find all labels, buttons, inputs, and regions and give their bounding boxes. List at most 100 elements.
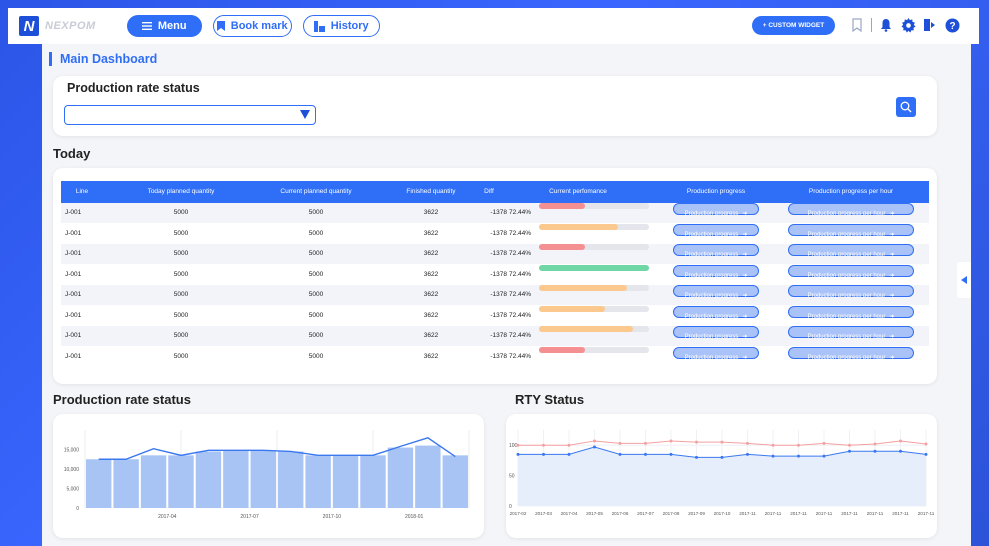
production-progress-button[interactable]: Production progress ➜: [673, 346, 759, 361]
production-progress-label: Production progress: [684, 313, 739, 320]
cell-today-planned: 5000: [173, 311, 189, 319]
x-tick-label: 2017-02: [510, 511, 527, 516]
performance-bar: [539, 285, 649, 291]
x-tick-label: 2017-11: [816, 511, 833, 516]
logo-mark: N: [19, 16, 39, 36]
custom-widget-button[interactable]: + CUSTOM WIDGET: [752, 16, 835, 35]
col-production-progress: Production progress: [686, 188, 746, 195]
cell-current-planned: 5000: [308, 352, 324, 360]
performance-bar-fill: [539, 285, 627, 291]
progress-per-hour-button[interactable]: Production progress per hour ➜: [788, 264, 914, 279]
bar: [168, 455, 194, 508]
bell-icon[interactable]: [875, 14, 897, 36]
menu-button[interactable]: Menu: [126, 15, 202, 37]
production-progress-button[interactable]: Production progress ➜: [673, 264, 759, 279]
y-tick-label: 15,000: [64, 448, 80, 454]
cell-diff: -1378: [490, 229, 507, 237]
cell-today-planned: 5000: [173, 250, 189, 257]
arrow-right-icon: ➜: [889, 313, 895, 320]
search-button[interactable]: [896, 97, 916, 117]
today-table-card: Line Today planned quantity Current plan…: [53, 168, 937, 384]
cell-diff: -1378: [490, 270, 507, 278]
data-point: [746, 441, 749, 445]
y-tick-label: 5,000: [66, 487, 79, 493]
cell-current-planned: 5000: [308, 250, 324, 257]
x-tick-label: 2017-04: [158, 514, 177, 520]
x-tick-label: 2017-11: [867, 511, 884, 516]
production-progress-button[interactable]: Production progress ➜: [673, 326, 759, 340]
bar: [442, 455, 468, 508]
cell-today-planned: 5000: [173, 270, 189, 278]
bar: [86, 459, 112, 508]
progress-per-hour-button[interactable]: Production progress per hour ➜: [788, 203, 914, 217]
data-point: [746, 452, 749, 456]
col-current-planned: Current planned quantity: [280, 188, 352, 195]
progress-per-hour-button[interactable]: Production progress per hour ➜: [788, 223, 914, 238]
arrow-right-icon: ➜: [742, 293, 748, 299]
bar: [360, 455, 386, 508]
production-progress-label: Production progress: [684, 354, 739, 361]
y-tick-label: 100: [509, 443, 518, 449]
progress-per-hour-button[interactable]: Production progress per hour ➜: [788, 305, 914, 320]
help-icon[interactable]: ?: [941, 14, 963, 36]
history-button[interactable]: History: [302, 15, 380, 37]
search-icon: [900, 101, 912, 113]
data-point: [720, 455, 724, 459]
chevron-left-icon: [961, 276, 967, 284]
data-point: [899, 439, 902, 443]
logo-text: NEXPOM: [45, 20, 96, 32]
cell-performance: 72.44%: [509, 346, 649, 367]
cell-line: J-001: [65, 311, 82, 319]
cell-current-planned: 5000: [308, 270, 324, 278]
filter-card: Production rate status: [53, 76, 937, 136]
table-row: J-001 5000 5000 3622 -1378 72.44% Production p…: [61, 346, 929, 367]
y-tick-label: 50: [509, 474, 515, 480]
cell-finished: 3622: [423, 270, 439, 278]
cell-performance: 72.44%: [509, 203, 649, 223]
x-tick-label: 2017-10: [714, 511, 731, 516]
progress-per-hour-button[interactable]: Production progress per hour ➜: [788, 326, 914, 340]
data-point: [516, 443, 520, 447]
bookmark-label: Book mark: [230, 20, 288, 32]
production-progress-button[interactable]: Production progress ➜: [673, 223, 759, 238]
cell-diff: -1378: [490, 311, 507, 319]
bookmark-outline-icon[interactable]: [846, 14, 868, 36]
bookmark-button[interactable]: Book mark: [212, 15, 292, 37]
cell-line: J-001: [65, 209, 82, 216]
table-row: J-001 5000 5000 3622 -1378 72.44% Production p…: [61, 203, 929, 223]
production-progress-button[interactable]: Production progress ➜: [673, 244, 759, 258]
side-panel-toggle[interactable]: [957, 262, 971, 298]
cell-performance: 72.44%: [509, 244, 649, 264]
x-tick-label: 2017-10: [323, 514, 342, 520]
gear-icon[interactable]: [897, 14, 919, 36]
performance-bar-fill: [539, 223, 619, 230]
cell-line: J-001: [65, 229, 82, 237]
bar: [113, 459, 139, 508]
performance-bar-fill: [539, 203, 586, 209]
arrow-right-icon: ➜: [889, 252, 895, 258]
data-point: [924, 442, 928, 446]
progress-per-hour-button[interactable]: Production progress per hour ➜: [788, 346, 914, 361]
production-chart-card: 0 5,000 10,000 15,000 2017-04 2017-07 2017-10 2…: [53, 414, 484, 538]
production-progress-button[interactable]: Production progress ➜: [673, 203, 759, 217]
production-progress-label: Production progress: [684, 272, 739, 279]
dropdown-arrow-icon: [300, 110, 310, 119]
cell-current-planned: 5000: [308, 229, 324, 237]
production-progress-button[interactable]: Production progress ➜: [673, 305, 759, 320]
data-point: [771, 443, 775, 447]
data-point: [848, 449, 851, 453]
progress-per-hour-button[interactable]: Production progress per hour ➜: [788, 244, 914, 258]
production-line-select[interactable]: [64, 105, 316, 125]
x-tick-label: 2017-11: [790, 511, 807, 516]
arrow-right-icon: ➜: [742, 211, 748, 217]
logout-icon[interactable]: [919, 14, 941, 36]
col-today-planned: Today planned quantity: [147, 188, 215, 195]
production-progress-label: Production progress: [684, 231, 739, 238]
production-progress-button[interactable]: Production progress ➜: [673, 285, 759, 299]
progress-per-hour-button[interactable]: Production progress per hour ➜: [788, 285, 914, 299]
data-point: [567, 443, 571, 447]
cell-line: J-001: [65, 332, 82, 339]
arrow-right-icon: ➜: [742, 313, 748, 320]
production-progress-label: Production progress: [684, 293, 739, 299]
performance-value: 72.44%: [509, 250, 532, 257]
